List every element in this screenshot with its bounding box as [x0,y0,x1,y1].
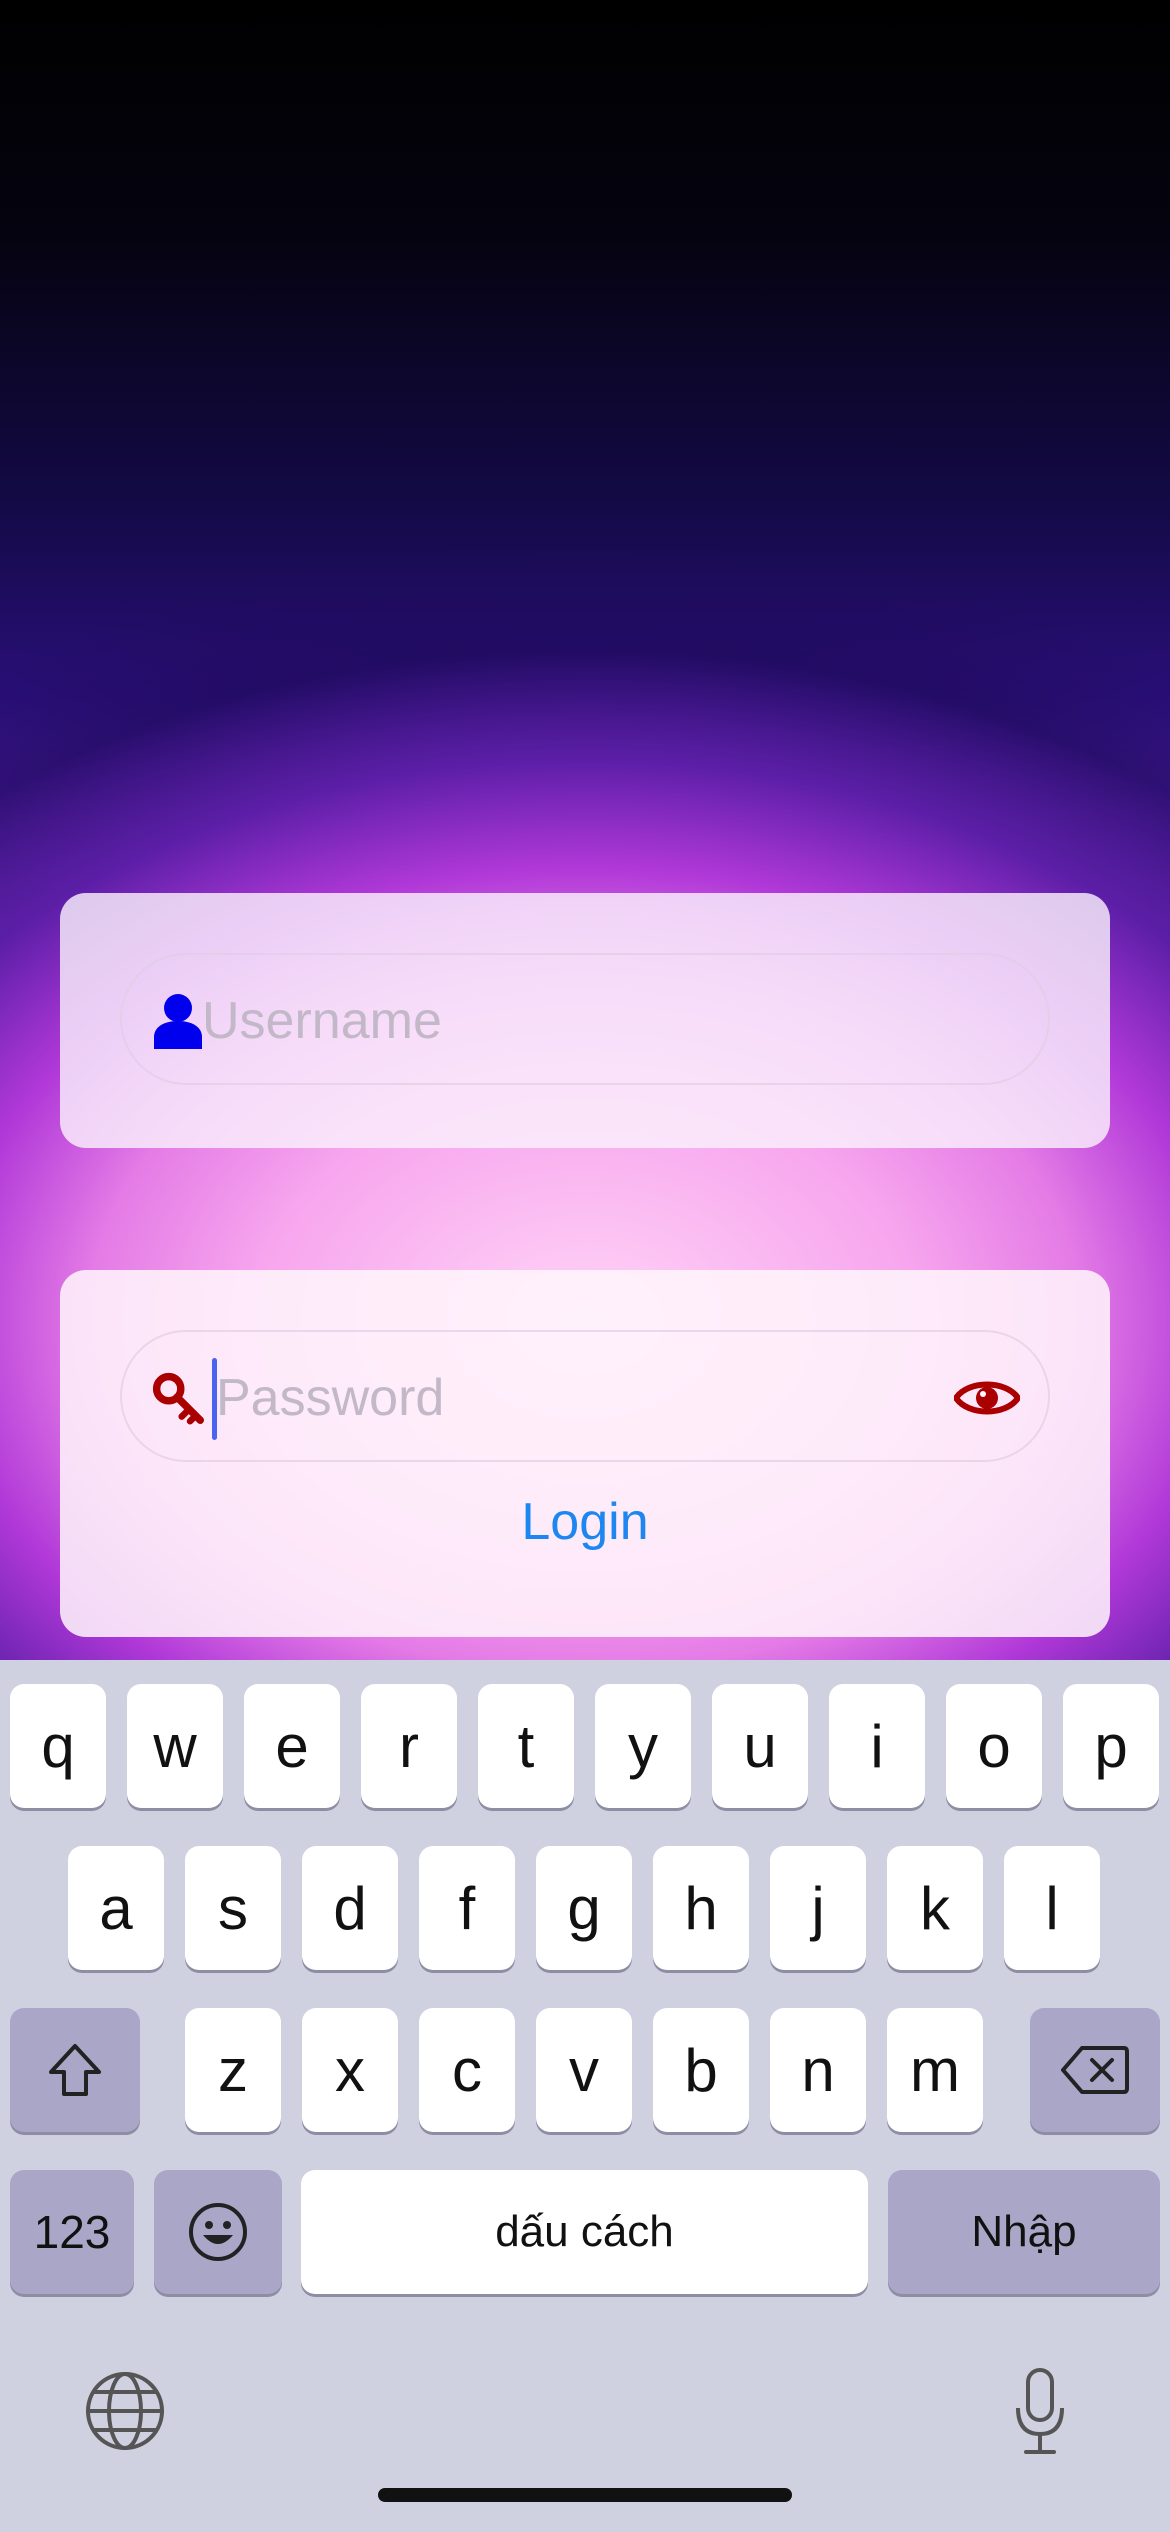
microphone-icon[interactable] [1012,2366,1068,2458]
password-card: Password Login [60,1270,1110,1637]
key-c[interactable]: c [419,2008,515,2132]
key-r[interactable]: r [361,1684,457,1808]
username-card: Username [60,893,1110,1148]
key-f[interactable]: f [419,1846,515,1970]
key-y[interactable]: y [595,1684,691,1808]
key-h[interactable]: h [653,1846,749,1970]
key-v[interactable]: v [536,2008,632,2132]
backspace-key[interactable] [1030,2008,1160,2132]
globe-icon[interactable] [84,2370,166,2452]
key-a[interactable]: a [68,1846,164,1970]
eye-icon[interactable] [954,1376,1020,1420]
home-indicator [378,2488,792,2502]
username-placeholder: Username [202,992,442,1050]
key-w[interactable]: w [127,1684,223,1808]
password-field[interactable]: Password [120,1330,1050,1462]
key-t[interactable]: t [478,1684,574,1808]
return-key[interactable]: Nhập [888,2170,1160,2294]
person-icon [154,994,202,1049]
key-b[interactable]: b [653,2008,749,2132]
key-i[interactable]: i [829,1684,925,1808]
key-z[interactable]: z [185,2008,281,2132]
emoji-icon [189,2203,247,2261]
numbers-key[interactable]: 123 [10,2170,134,2294]
key-k[interactable]: k [887,1846,983,1970]
key-d[interactable]: d [302,1846,398,1970]
key-j[interactable]: j [770,1846,866,1970]
key-x[interactable]: x [302,2008,398,2132]
key-g[interactable]: g [536,1846,632,1970]
space-key[interactable]: dấu cách [301,2170,868,2294]
password-placeholder: Password [216,1369,445,1427]
backspace-icon [1061,2046,1129,2094]
keyboard: q w e r t y u i o p a s d f g h j k l z … [0,1660,1170,2532]
key-l[interactable]: l [1004,1846,1100,1970]
key-u[interactable]: u [712,1684,808,1808]
shift-icon [49,2044,101,2096]
key-icon [152,1372,204,1425]
key-p[interactable]: p [1063,1684,1159,1808]
login-button[interactable]: Login [60,1490,1110,1554]
key-m[interactable]: m [887,2008,983,2132]
key-e[interactable]: e [244,1684,340,1808]
key-n[interactable]: n [770,2008,866,2132]
key-o[interactable]: o [946,1684,1042,1808]
key-s[interactable]: s [185,1846,281,1970]
emoji-key[interactable] [154,2170,282,2294]
shift-key[interactable] [10,2008,140,2132]
username-field[interactable]: Username [120,953,1050,1085]
key-q[interactable]: q [10,1684,106,1808]
